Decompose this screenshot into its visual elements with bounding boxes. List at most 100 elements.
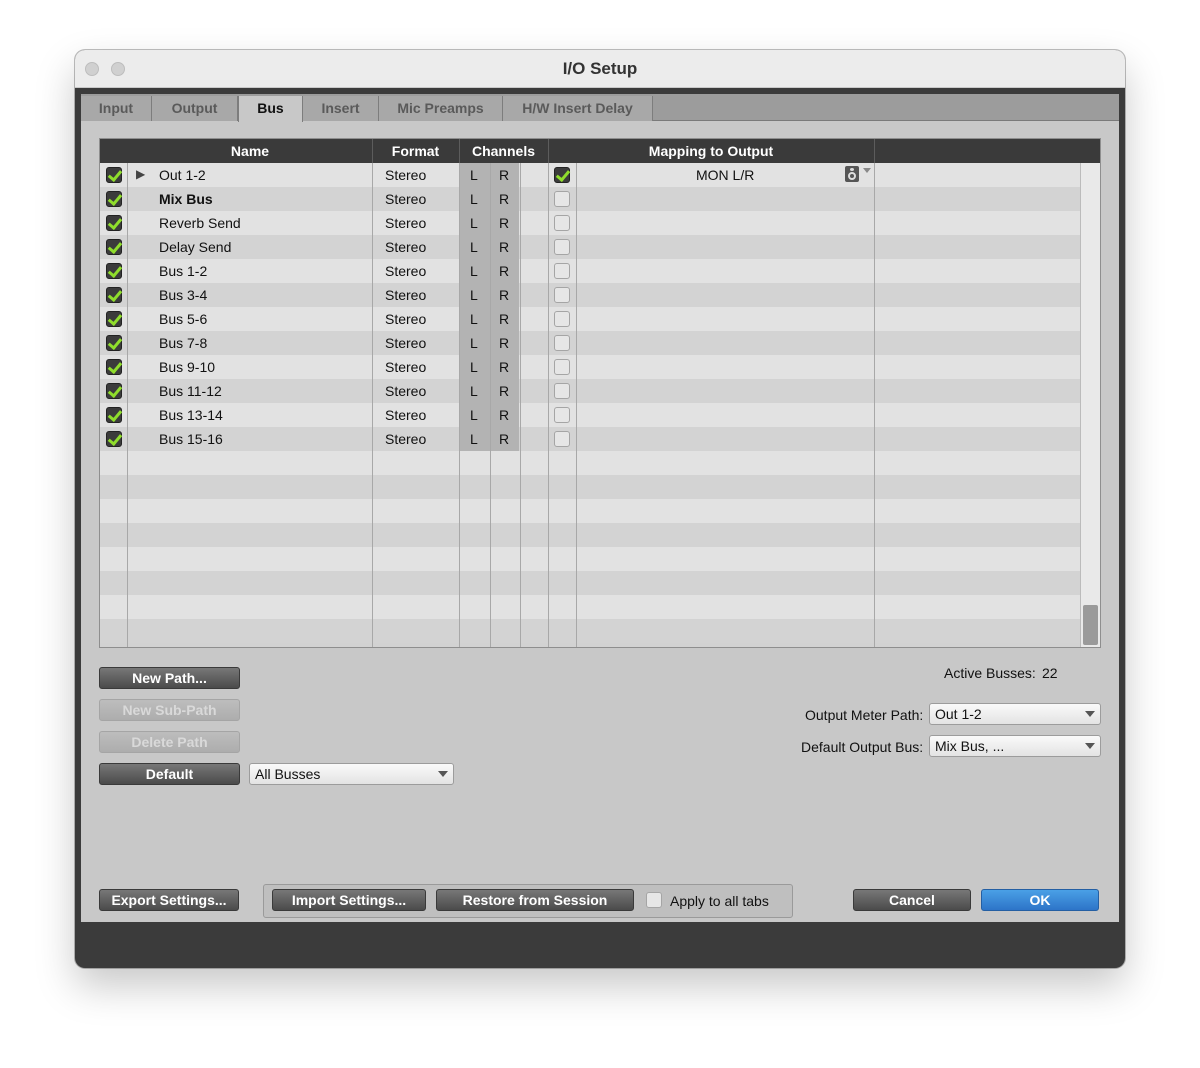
- bus-name[interactable]: Bus 13-14: [159, 407, 223, 423]
- mapping-checkbox[interactable]: [554, 263, 570, 279]
- channel-right: R: [499, 191, 510, 207]
- new-sub-path-button[interactable]: New Sub-Path: [99, 699, 240, 721]
- bus-active-checkbox[interactable]: [106, 263, 122, 279]
- table-row: [100, 451, 1080, 475]
- header-format[interactable]: Format: [372, 143, 459, 159]
- mapping-checkbox[interactable]: [554, 335, 570, 351]
- mapping-checkbox[interactable]: [554, 407, 570, 423]
- channel-left: L: [470, 431, 478, 447]
- bus-active-checkbox[interactable]: [106, 287, 122, 303]
- mapping-checkbox[interactable]: [554, 359, 570, 375]
- table-row[interactable]: [100, 379, 1080, 403]
- table-row: [100, 547, 1080, 571]
- export-settings-button[interactable]: Export Settings...: [99, 889, 239, 911]
- bus-active-checkbox[interactable]: [106, 239, 122, 255]
- bus-active-checkbox[interactable]: [106, 359, 122, 375]
- mapping-checkbox[interactable]: [554, 167, 570, 183]
- bus-active-checkbox[interactable]: [106, 335, 122, 351]
- bus-active-checkbox[interactable]: [106, 431, 122, 447]
- bus-name[interactable]: Delay Send: [159, 239, 231, 255]
- bus-active-checkbox[interactable]: [106, 383, 122, 399]
- tab-mic-preamps[interactable]: Mic Preamps: [379, 96, 503, 121]
- bus-name[interactable]: Bus 7-8: [159, 335, 207, 351]
- tab-input[interactable]: Input: [81, 96, 152, 121]
- cancel-button[interactable]: Cancel: [853, 889, 971, 911]
- speaker-icon[interactable]: [845, 166, 859, 182]
- table-row[interactable]: [100, 211, 1080, 235]
- dialog-body: Input Output Bus Insert Mic Preamps H/W …: [81, 94, 1119, 920]
- header-mapping[interactable]: Mapping to Output: [576, 143, 846, 159]
- mapping-checkbox[interactable]: [554, 431, 570, 447]
- ok-button[interactable]: OK: [981, 889, 1099, 911]
- restore-from-session-button[interactable]: Restore from Session: [436, 889, 634, 911]
- bus-name[interactable]: Bus 3-4: [159, 287, 207, 303]
- bus-name[interactable]: Bus 1-2: [159, 263, 207, 279]
- header-channels[interactable]: Channels: [459, 143, 548, 159]
- channel-right: R: [499, 335, 510, 351]
- channel-right: R: [499, 359, 510, 375]
- header-separator: [548, 139, 549, 163]
- bus-name[interactable]: Bus 5-6: [159, 311, 207, 327]
- bus-format: Stereo: [385, 167, 427, 183]
- default-button[interactable]: Default: [99, 763, 240, 785]
- bus-active-checkbox[interactable]: [106, 167, 122, 183]
- table-row: [100, 499, 1080, 523]
- table-row[interactable]: [100, 283, 1080, 307]
- mapping-checkbox[interactable]: [554, 383, 570, 399]
- scrollbar-thumb[interactable]: [1083, 605, 1098, 645]
- bus-name[interactable]: Mix Bus: [159, 191, 213, 207]
- bus-format: Stereo: [385, 431, 427, 447]
- bus-name[interactable]: Reverb Send: [159, 215, 241, 231]
- default-output-bus-label: Default Output Bus:: [801, 739, 924, 755]
- import-settings-button[interactable]: Import Settings...: [272, 889, 426, 911]
- table-row[interactable]: [100, 427, 1080, 451]
- table-row[interactable]: [100, 331, 1080, 355]
- apply-all-tabs-checkbox[interactable]: [646, 892, 662, 908]
- mapping-checkbox[interactable]: [554, 215, 570, 231]
- tab-insert[interactable]: Insert: [303, 96, 379, 121]
- mapping-checkbox[interactable]: [554, 287, 570, 303]
- table-row[interactable]: [100, 235, 1080, 259]
- bus-active-checkbox[interactable]: [106, 407, 122, 423]
- chevron-down-icon: [438, 771, 448, 777]
- output-meter-path-select[interactable]: Out 1-2: [929, 703, 1101, 725]
- table-header: Name Format Channels Mapping to Output: [100, 139, 1100, 163]
- channel-left: L: [470, 215, 478, 231]
- output-meter-path-label: Output Meter Path:: [805, 707, 924, 723]
- tab-hw-insert-delay[interactable]: H/W Insert Delay: [503, 96, 653, 121]
- column-divider: [576, 163, 577, 647]
- channel-left: L: [470, 407, 478, 423]
- table-row[interactable]: [100, 403, 1080, 427]
- table-scrollbar[interactable]: [1080, 163, 1100, 647]
- bus-name[interactable]: Out 1-2: [159, 167, 206, 183]
- table-row[interactable]: [100, 259, 1080, 283]
- expand-arrow-icon[interactable]: ▶: [136, 167, 145, 181]
- bus-active-checkbox[interactable]: [106, 191, 122, 207]
- table-row: [100, 475, 1080, 499]
- mapping-output-value[interactable]: MON L/R: [696, 167, 754, 183]
- table-row[interactable]: [100, 187, 1080, 211]
- default-output-bus-select[interactable]: Mix Bus, ...: [929, 735, 1101, 757]
- tab-output[interactable]: Output: [152, 96, 238, 121]
- bus-name[interactable]: Bus 15-16: [159, 431, 223, 447]
- mapping-checkbox[interactable]: [554, 191, 570, 207]
- bus-format: Stereo: [385, 215, 427, 231]
- column-divider: [459, 163, 460, 647]
- mapping-checkbox[interactable]: [554, 311, 570, 327]
- table-row: [100, 619, 1080, 643]
- bus-active-checkbox[interactable]: [106, 215, 122, 231]
- bus-name[interactable]: Bus 11-12: [159, 383, 222, 399]
- bus-active-checkbox[interactable]: [106, 311, 122, 327]
- new-path-button[interactable]: New Path...: [99, 667, 240, 689]
- header-name[interactable]: Name: [128, 143, 372, 159]
- table-row[interactable]: [100, 355, 1080, 379]
- chevron-down-icon[interactable]: [863, 168, 871, 173]
- bus-filter-select[interactable]: All Busses: [249, 763, 454, 785]
- bus-name[interactable]: Bus 9-10: [159, 359, 215, 375]
- table-row[interactable]: [100, 163, 1080, 187]
- mapping-checkbox[interactable]: [554, 239, 570, 255]
- delete-path-button[interactable]: Delete Path: [99, 731, 240, 753]
- tab-bus[interactable]: Bus: [238, 96, 303, 122]
- column-divider: [372, 163, 373, 647]
- table-row[interactable]: [100, 307, 1080, 331]
